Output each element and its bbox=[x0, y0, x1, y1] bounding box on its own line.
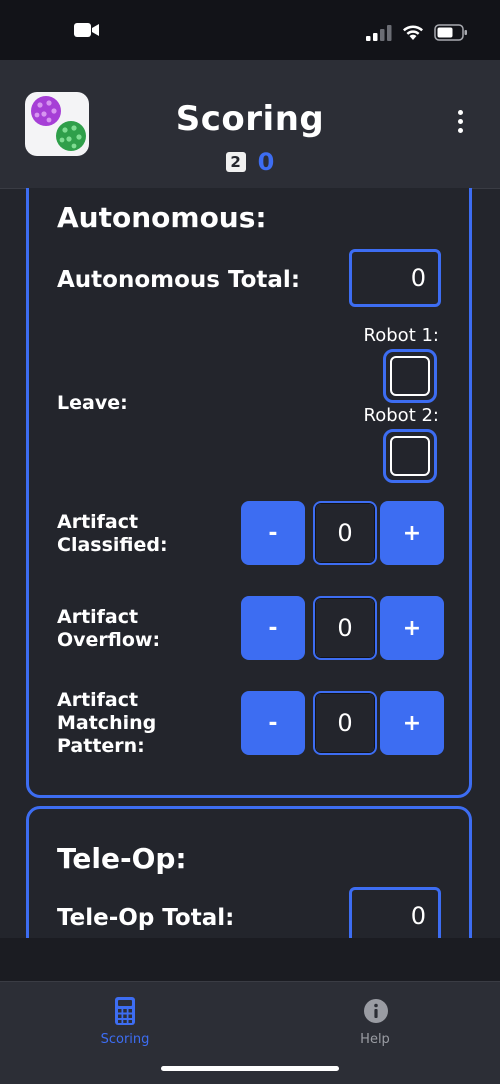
artifact-overflow-value: 0 bbox=[313, 596, 377, 660]
tab-scoring-label: Scoring bbox=[100, 1032, 150, 1047]
label-line: Matching bbox=[57, 712, 157, 734]
video-camera-icon bbox=[74, 23, 99, 37]
autonomous-total-value: 0 bbox=[349, 249, 441, 307]
status-bar bbox=[0, 0, 500, 60]
label-line: Artifact bbox=[57, 511, 139, 533]
autonomous-title: Autonomous: bbox=[57, 201, 267, 234]
artifact-classified-label: Artifact Classified: bbox=[57, 511, 168, 557]
artifact-matching-pattern-minus-button[interactable]: - bbox=[241, 691, 305, 755]
artifact-matching-pattern-value: 0 bbox=[313, 691, 377, 755]
cellular-signal-icon bbox=[366, 24, 392, 41]
artifact-overflow-minus-button[interactable]: - bbox=[241, 596, 305, 660]
tab-help[interactable]: Help bbox=[250, 982, 500, 1052]
info-icon bbox=[364, 999, 388, 1023]
page-title: Scoring bbox=[175, 99, 325, 139]
artifact-matching-pattern-plus-button[interactable]: + bbox=[380, 691, 444, 755]
robot-2-leave-checkbox[interactable] bbox=[383, 429, 437, 483]
season-score: 0 bbox=[257, 148, 275, 176]
artifact-classified-minus-button[interactable]: - bbox=[241, 501, 305, 565]
label-line: Pattern: bbox=[57, 735, 145, 757]
artifact-matching-pattern-label: Artifact Matching Pattern: bbox=[57, 689, 156, 758]
robot-1-leave-checkbox[interactable] bbox=[383, 349, 437, 403]
season-badge: 2 bbox=[225, 152, 246, 172]
artifact-overflow-plus-button[interactable]: + bbox=[380, 596, 444, 660]
scoring-content[interactable]: Autonomous: Autonomous Total: 0 Robot 1:… bbox=[0, 188, 500, 938]
teleop-title: Tele-Op: bbox=[57, 842, 187, 875]
home-indicator bbox=[161, 1066, 339, 1071]
robot-2-label: Robot 2: bbox=[363, 405, 439, 426]
more-vertical-icon[interactable] bbox=[450, 110, 470, 138]
app-header: Scoring 2 0 bbox=[0, 60, 500, 189]
artifact-overflow-label: Artifact Overflow: bbox=[57, 606, 160, 652]
teleop-total-value: 0 bbox=[349, 887, 441, 938]
autonomous-total-label: Autonomous Total: bbox=[57, 267, 301, 293]
label-line: Artifact bbox=[57, 606, 139, 628]
leave-label: Leave: bbox=[57, 392, 128, 414]
robot-1-label: Robot 1: bbox=[363, 325, 439, 346]
calculator-icon bbox=[115, 997, 135, 1025]
label-line: Overflow: bbox=[57, 629, 161, 651]
label-line: Artifact bbox=[57, 689, 139, 711]
teleop-card: Tele-Op: Tele-Op Total: 0 bbox=[26, 806, 472, 938]
autonomous-card: Autonomous: Autonomous Total: 0 Robot 1:… bbox=[26, 188, 472, 798]
tab-scoring[interactable]: Scoring bbox=[0, 982, 250, 1052]
tab-help-label: Help bbox=[360, 1032, 390, 1047]
wifi-icon bbox=[403, 25, 423, 40]
battery-icon bbox=[434, 24, 467, 41]
artifact-classified-plus-button[interactable]: + bbox=[380, 501, 444, 565]
artifact-classified-value: 0 bbox=[313, 501, 377, 565]
label-line: Classified: bbox=[57, 534, 168, 556]
season-score-row: 2 0 bbox=[0, 150, 500, 174]
teleop-total-label: Tele-Op Total: bbox=[57, 905, 235, 931]
